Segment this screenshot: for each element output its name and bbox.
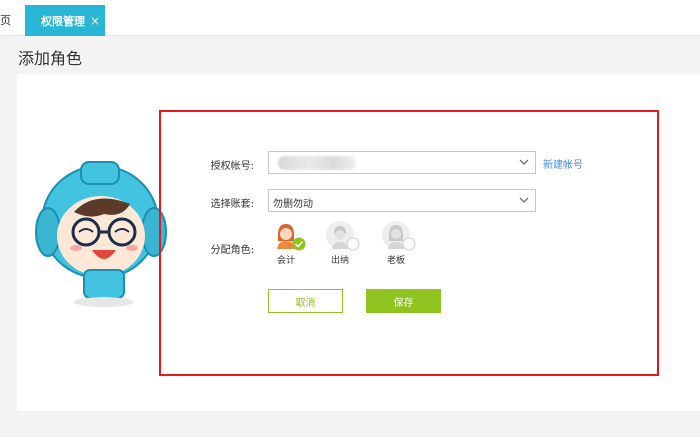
- tab-permission-management[interactable]: 权限管理 ×: [25, 5, 105, 36]
- account-label: 授权帐号:: [210, 161, 254, 172]
- role-option-accountant[interactable]: 会计: [266, 221, 306, 266]
- avatar: [326, 221, 360, 251]
- ledger-value: 勿删勿动: [273, 199, 313, 210]
- page-title: 添加角色: [18, 49, 83, 68]
- chevron-down-icon: [519, 197, 529, 203]
- role-name: 老板: [386, 256, 405, 266]
- new-account-link[interactable]: 新建帐号: [543, 156, 583, 171]
- role-option-boss[interactable]: 老板: [376, 221, 416, 266]
- check-icon: [292, 237, 306, 251]
- account-value-redacted: [278, 156, 356, 170]
- tab-bar: 页 权限管理 ×: [0, 0, 700, 36]
- role-name: 出纳: [330, 256, 349, 266]
- chevron-down-icon: [519, 159, 529, 165]
- unchecked-circle-icon: [346, 237, 360, 251]
- role-name: 会计: [276, 256, 295, 266]
- tab-home[interactable]: 页: [0, 12, 11, 28]
- role-option-cashier[interactable]: 出纳: [320, 221, 360, 266]
- role-label: 分配角色:: [210, 245, 254, 256]
- avatar: [272, 221, 306, 251]
- account-select[interactable]: [268, 151, 536, 174]
- save-button[interactable]: 保存: [366, 289, 441, 313]
- avatar: [382, 221, 416, 251]
- ledger-label: 选择账套:: [210, 199, 254, 210]
- cancel-button[interactable]: 取消: [268, 289, 343, 313]
- close-icon[interactable]: ×: [90, 14, 100, 28]
- tab-label: 权限管理: [41, 14, 85, 28]
- unchecked-circle-icon: [402, 237, 416, 251]
- ledger-select[interactable]: 勿删勿动: [268, 189, 536, 212]
